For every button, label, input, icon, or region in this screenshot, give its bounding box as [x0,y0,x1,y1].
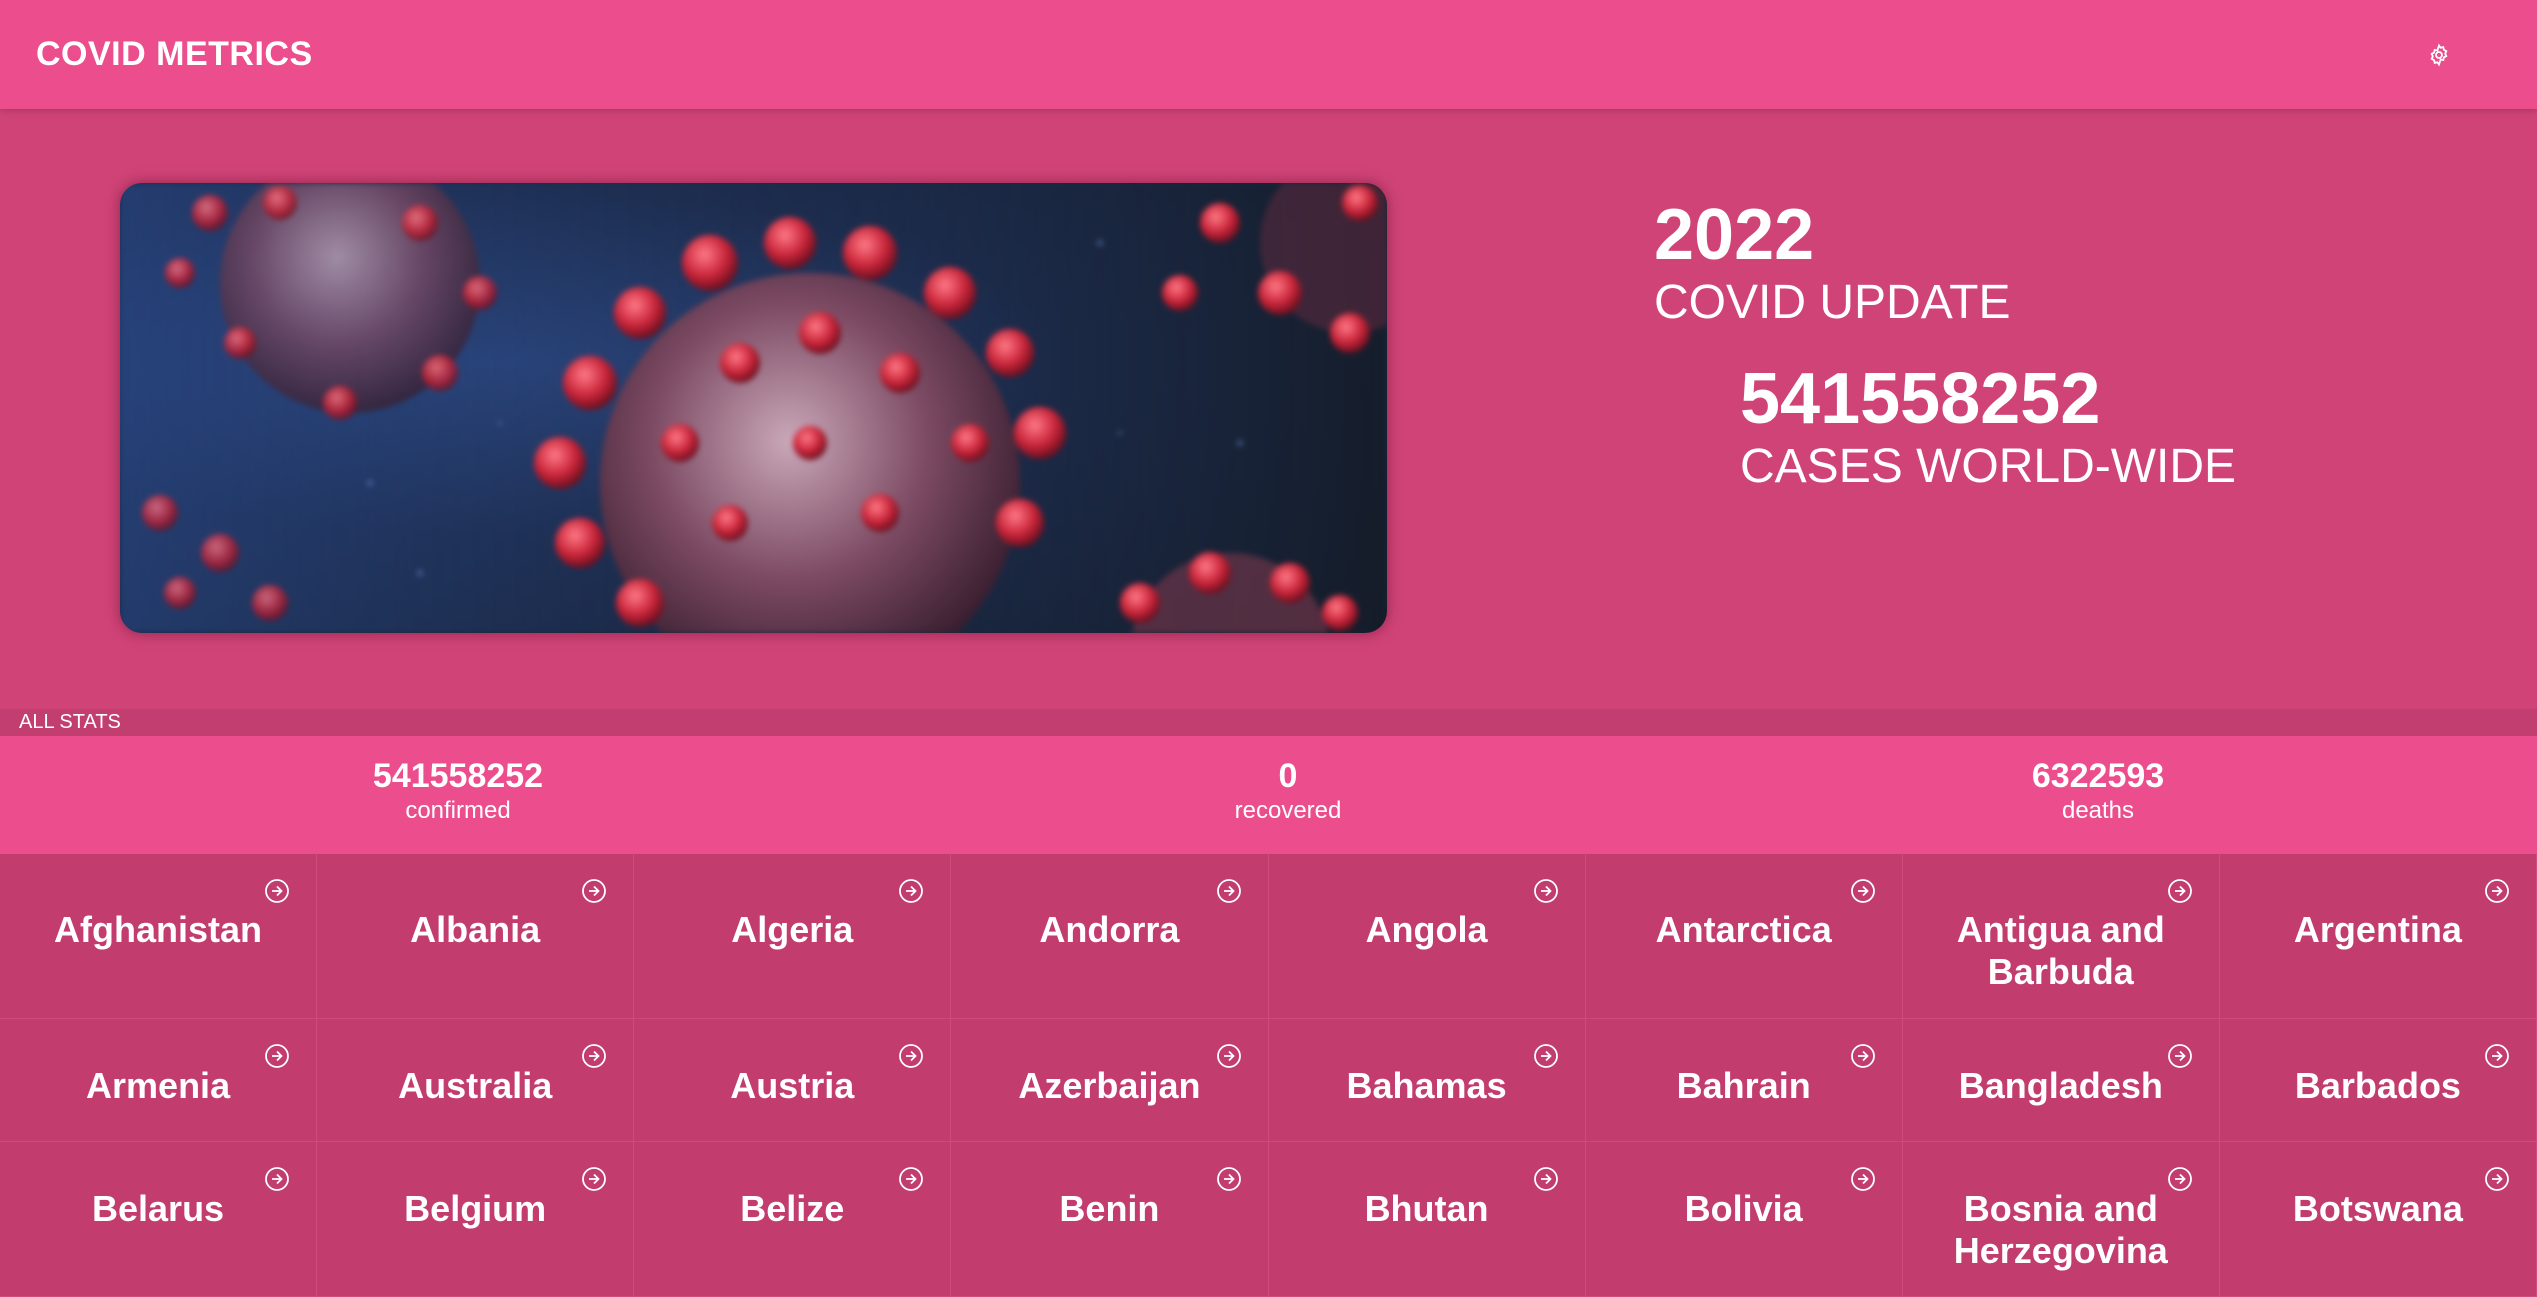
arrow-right-circle-icon[interactable] [1216,878,1242,904]
country-card[interactable]: Botswana [2219,1142,2537,1297]
arrow-right-circle-icon[interactable] [1850,1043,1876,1069]
country-card[interactable]: Barbados [2219,1019,2537,1142]
arrow-right-circle-icon[interactable] [581,878,607,904]
country-card[interactable]: Antarctica [1585,854,1903,1019]
country-card[interactable]: Afghanistan [0,854,318,1019]
all-stats-label: ALL STATS [0,709,2537,736]
country-card[interactable]: Australia [317,1019,635,1142]
arrow-right-circle-icon[interactable] [2167,878,2193,904]
country-card[interactable]: Azerbaijan [951,1019,1269,1142]
arrow-right-circle-icon[interactable] [264,1166,290,1192]
country-card[interactable]: Andorra [951,854,1269,1019]
country-card[interactable]: Albania [317,854,635,1019]
arrow-right-circle-icon[interactable] [1216,1166,1242,1192]
country-card[interactable]: Argentina [2219,854,2537,1019]
country-card[interactable]: Angola [1268,854,1586,1019]
country-card[interactable]: Belarus [0,1142,318,1297]
arrow-right-circle-icon[interactable] [264,1043,290,1069]
country-card[interactable]: Bahrain [1585,1019,1903,1142]
country-name: Andorra [1039,909,1180,950]
country-card[interactable]: Austria [634,1019,952,1142]
country-name: Azerbaijan [1018,1065,1201,1106]
country-name: Afghanistan [54,909,263,950]
country-name: Austria [730,1065,855,1106]
arrow-right-circle-icon[interactable] [898,878,924,904]
recovered-label: recovered [1234,797,1342,824]
summary-stats: 541558252 confirmed 0 recovered 6322593 … [0,736,2537,854]
confirmed-label: confirmed [405,797,511,824]
country-card[interactable]: Bosnia and Herzegovina [1902,1142,2220,1297]
virus-image [120,183,1387,633]
world-cases-number: 541558252 [1740,359,2101,439]
country-name: Bolivia [1684,1188,1803,1229]
country-name: Barbados [2294,1065,2461,1106]
arrow-right-circle-icon[interactable] [2484,1166,2510,1192]
recovered-stat: 0 recovered [1088,756,1488,826]
settings-button[interactable] [2417,33,2461,77]
world-cases: 541558252 CASES WORLD-WIDE [1740,358,2236,494]
country-card[interactable]: Bangladesh [1902,1019,2220,1142]
arrow-right-circle-icon[interactable] [1850,1166,1876,1192]
deaths-label: deaths [2061,797,2135,824]
country-grid: Afghanistan Albania Algeria Andorra Angola An… [0,854,2537,1297]
year: 2022 [1654,195,1815,275]
covid-update-label: COVID UPDATE [1654,276,2011,329]
country-name: Belgium [404,1188,547,1229]
country-name: Belize [740,1188,845,1229]
confirmed-count: 541558252 [372,757,544,795]
arrow-right-circle-icon[interactable] [898,1166,924,1192]
country-card[interactable]: Belize [634,1142,952,1297]
country-card[interactable]: Algeria [634,854,952,1019]
country-name: Bahrain [1676,1065,1811,1106]
country-card[interactable]: Bolivia [1585,1142,1903,1297]
app-header: COVID METRICS [0,0,2537,109]
country-name: Belarus [92,1188,225,1229]
country-name: Antigua and Barbuda [1956,909,2165,992]
arrow-right-circle-icon[interactable] [1533,878,1559,904]
arrow-right-circle-icon[interactable] [2167,1043,2193,1069]
country-card[interactable]: Antigua and Barbuda [1902,854,2220,1019]
country-name: Algeria [731,909,854,950]
country-name: Argentina [2293,909,2462,950]
arrow-right-circle-icon[interactable] [1533,1043,1559,1069]
arrow-right-circle-icon[interactable] [2484,1043,2510,1069]
app-title: COVID METRICS [36,35,313,73]
arrow-right-circle-icon[interactable] [2484,878,2510,904]
hero-section: 2022 COVID UPDATE 541558252 CASES WORLD-… [0,109,2537,709]
country-card[interactable]: Bahamas [1268,1019,1586,1142]
country-name: Albania [410,909,541,950]
arrow-right-circle-icon[interactable] [1533,1166,1559,1192]
arrow-right-circle-icon[interactable] [264,878,290,904]
country-name: Bangladesh [1958,1065,2163,1106]
recovered-count: 0 [1278,757,1298,795]
country-name: Angola [1365,909,1488,950]
arrow-right-circle-icon[interactable] [581,1166,607,1192]
country-name: Australia [398,1065,553,1106]
deaths-stat: 6322593 deaths [1898,756,2298,826]
world-cases-label: CASES WORLD-WIDE [1740,440,2237,493]
country-card[interactable]: Benin [951,1142,1269,1297]
country-name: Bosnia and Herzegovina [1953,1188,2168,1271]
hero-text: 2022 COVID UPDATE 541558252 CASES WORLD-… [1654,194,2236,494]
country-name: Armenia [86,1065,231,1106]
country-name: Botswana [2292,1188,2463,1229]
gear-icon [2430,43,2448,66]
country-name: Antarctica [1655,909,1832,950]
arrow-right-circle-icon[interactable] [898,1043,924,1069]
country-card[interactable]: Bhutan [1268,1142,1586,1297]
arrow-right-circle-icon[interactable] [1850,878,1876,904]
country-card[interactable]: Armenia [0,1019,318,1142]
country-name: Bhutan [1364,1188,1489,1229]
arrow-right-circle-icon[interactable] [2167,1166,2193,1192]
country-card[interactable]: Belgium [317,1142,635,1297]
country-name: Bahamas [1346,1065,1507,1106]
deaths-count: 6322593 [2031,757,2165,795]
country-name: Benin [1059,1188,1160,1229]
arrow-right-circle-icon[interactable] [1216,1043,1242,1069]
confirmed-stat: 541558252 confirmed [258,756,658,826]
arrow-right-circle-icon[interactable] [581,1043,607,1069]
